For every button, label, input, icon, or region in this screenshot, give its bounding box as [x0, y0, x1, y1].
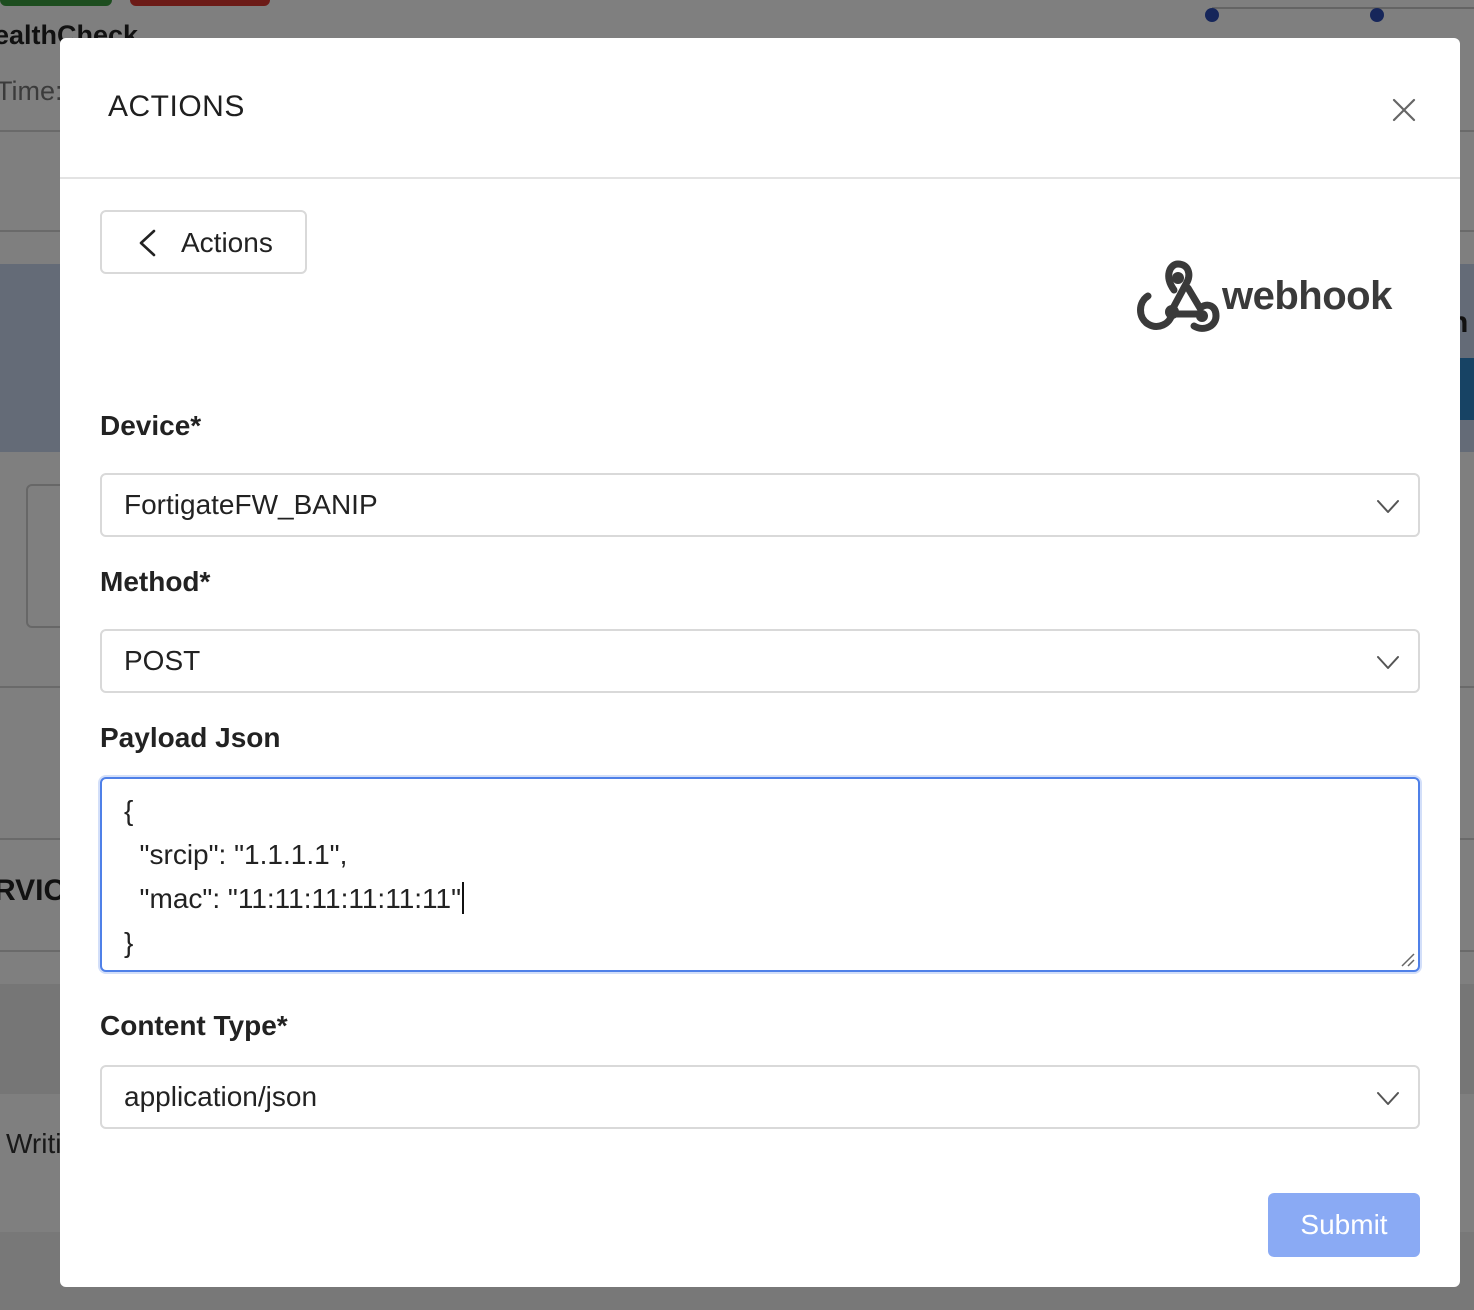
modal-header: ACTIONS — [60, 38, 1460, 179]
method-select-value: POST — [124, 645, 201, 676]
content-type-select-value: application/json — [124, 1081, 318, 1112]
payload-json-textarea[interactable]: { "srcip": "1.1.1.1", "mac": "11:11:11:1… — [100, 777, 1420, 972]
resize-handle-icon[interactable] — [1398, 950, 1416, 968]
method-label: Method* — [100, 566, 211, 597]
chevron-down-icon — [1377, 500, 1399, 513]
content-type-select[interactable]: application/json — [100, 1065, 1420, 1129]
device-select[interactable]: FortigateFW_BANIP — [100, 473, 1420, 537]
device-select-value: FortigateFW_BANIP — [124, 489, 378, 520]
payload-line: { — [124, 795, 134, 826]
payload-line: "srcip": "1.1.1.1", — [124, 839, 348, 870]
back-button-label: Actions — [181, 227, 273, 258]
chevron-down-icon — [1377, 656, 1399, 669]
chevron-left-icon — [139, 229, 156, 257]
payload-line: "mac": "11:11:11:11:11:11" — [124, 883, 462, 914]
chevron-down-icon — [1377, 1092, 1399, 1105]
payload-json-label: Payload Json — [100, 722, 281, 753]
payload-line: } — [124, 927, 134, 958]
close-button[interactable] — [1388, 94, 1420, 126]
actions-modal: ACTIONS Actions webhook Device* Fortigat… — [60, 38, 1460, 1287]
content-type-label: Content Type* — [100, 1010, 288, 1041]
submit-button[interactable]: Submit — [1268, 1193, 1420, 1257]
method-select[interactable]: POST — [100, 629, 1420, 693]
close-icon — [1392, 98, 1416, 122]
modal-title: ACTIONS — [108, 90, 245, 123]
webhook-logo-text: webhook — [1222, 274, 1392, 318]
text-caret — [462, 882, 465, 914]
back-to-actions-button[interactable]: Actions — [100, 210, 307, 274]
device-label: Device* — [100, 410, 202, 441]
